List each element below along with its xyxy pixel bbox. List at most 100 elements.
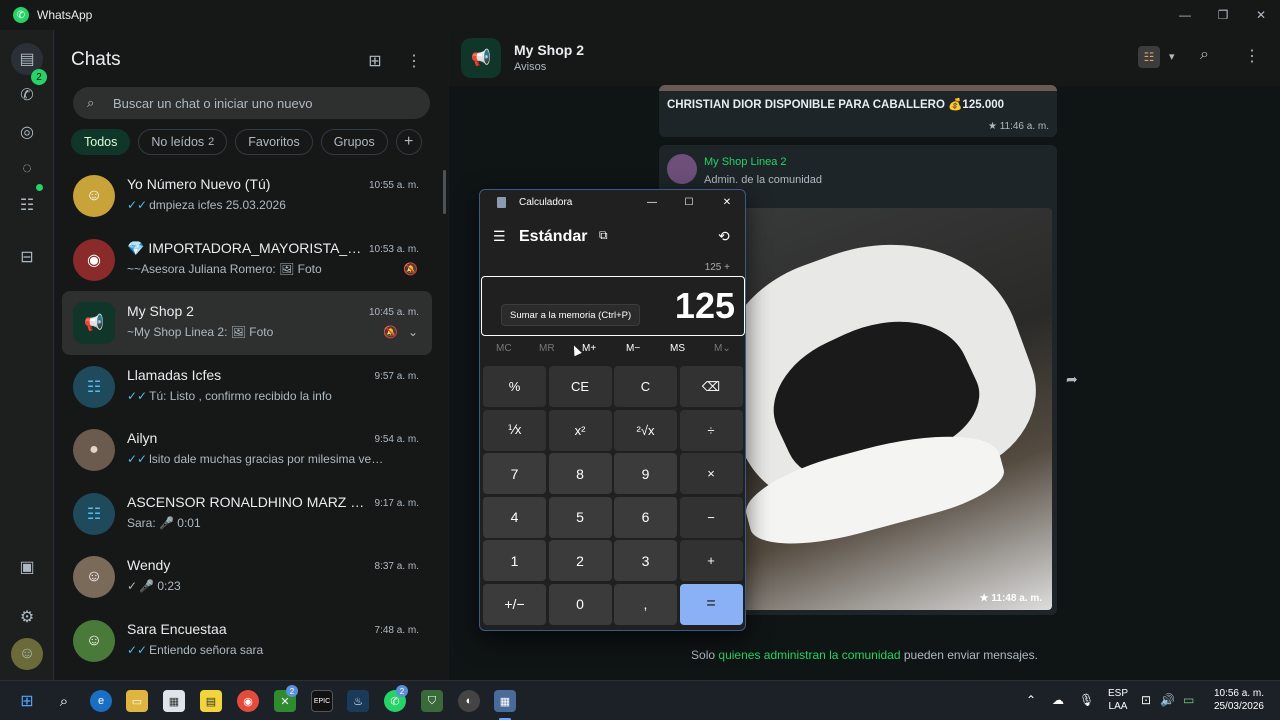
backspace-key[interactable]: ⌫: [679, 366, 743, 407]
chat-row[interactable]: ☷ Llamadas Icfes 9:57 a. m. ✓✓ Tú: Listo …: [62, 355, 432, 419]
digit-5-key[interactable]: 5: [548, 496, 612, 538]
hamburger-menu-icon[interactable]: ☰: [493, 228, 506, 245]
forward-icon[interactable]: ➦: [1066, 371, 1078, 388]
percent-key[interactable]: %: [483, 366, 546, 407]
filter-grupos[interactable]: Grupos: [320, 129, 388, 155]
equals-key[interactable]: =: [679, 583, 743, 625]
status-nav-icon[interactable]: ◎: [11, 116, 43, 148]
battery-icon[interactable]: ▭: [1183, 693, 1194, 707]
chat-row[interactable]: ☺ Wendy 8:37 a. m. ✓ 🎤 0:23: [62, 545, 432, 609]
digit-2-key[interactable]: 2: [548, 540, 612, 581]
app-icon[interactable]: ◐: [458, 690, 480, 712]
keep-on-top-icon[interactable]: ⧉: [599, 228, 608, 243]
add-key[interactable]: +: [679, 540, 743, 581]
search-icon[interactable]: ⌕: [1200, 46, 1209, 64]
divide-key[interactable]: ÷: [679, 409, 743, 451]
more-icon[interactable]: ⋮: [1244, 46, 1260, 66]
start-icon[interactable]: ⊞: [16, 690, 38, 712]
maximize-button[interactable]: ❐: [1204, 0, 1242, 30]
digit-9-key[interactable]: 9: [614, 453, 677, 494]
memory-list-button[interactable]: M⌄: [714, 343, 731, 354]
digit-8-key[interactable]: 8: [548, 453, 612, 494]
steam-icon[interactable]: ♨: [347, 690, 369, 712]
clear-entry-key[interactable]: CE: [548, 366, 612, 407]
calculator-icon[interactable]: ▦: [494, 690, 516, 712]
digit-1-key[interactable]: 1: [483, 540, 546, 581]
chat-row[interactable]: ☷ ASCENSOR RONALDHINO MARZ 26 M... 9:17 …: [62, 482, 432, 546]
history-icon[interactable]: ⟲: [718, 228, 730, 245]
subtract-key[interactable]: −: [679, 496, 743, 538]
chat-name: Wendy: [127, 557, 171, 573]
microphone-icon[interactable]: 🎙: [1079, 693, 1094, 707]
search-input[interactable]: [113, 95, 413, 111]
conversation-header[interactable]: 📢 My Shop 2 Avisos ☷ ▾ ⌕ ⋮: [449, 30, 1280, 86]
digit-6-key[interactable]: 6: [614, 496, 677, 538]
filter-no-leidos[interactable]: No leídos 2: [138, 129, 228, 155]
sender-avatar[interactable]: [667, 154, 697, 184]
chat-list-scrollbar[interactable]: [443, 170, 446, 214]
multiply-key[interactable]: ×: [679, 453, 743, 494]
minimize-button[interactable]: —: [1166, 0, 1204, 30]
memory-add-button[interactable]: M+: [582, 343, 596, 354]
digit-0-key[interactable]: 0: [548, 583, 612, 625]
store-icon[interactable]: ▦: [163, 690, 185, 712]
close-button[interactable]: ✕: [1242, 0, 1280, 30]
file-explorer-icon[interactable]: ▭: [126, 690, 148, 712]
cloud-icon[interactable]: ☁: [1052, 693, 1064, 707]
shield-icon[interactable]: ⛉: [421, 690, 443, 712]
volume-icon[interactable]: 🔊: [1160, 693, 1175, 707]
sqrt-key[interactable]: ²√x: [614, 409, 677, 451]
chevron-down-icon[interactable]: ⌄: [408, 325, 418, 339]
filter-todos[interactable]: Todos: [71, 129, 131, 155]
sticky-notes-icon[interactable]: ▤: [200, 690, 222, 712]
chat-row[interactable]: ● Ailyn 9:54 a. m. ✓✓ lsito dale muchas g…: [62, 418, 432, 482]
chevron-down-icon[interactable]: ▾: [1169, 50, 1175, 63]
menu-icon[interactable]: ⋮: [402, 49, 426, 73]
memory-subtract-button[interactable]: M−: [626, 343, 640, 354]
new-chat-icon[interactable]: ⊞: [363, 49, 387, 73]
square-key[interactable]: x²: [548, 409, 612, 451]
archive-nav-icon[interactable]: ⊟: [11, 241, 43, 273]
sender-name[interactable]: My Shop Linea 2: [704, 156, 787, 168]
edge-icon[interactable]: e: [90, 690, 112, 712]
chevron-up-icon[interactable]: ⌃: [1026, 693, 1036, 707]
memory-recall-button[interactable]: MR: [539, 343, 555, 354]
window-titlebar: ✆ WhatsApp — ❐ ✕: [0, 0, 1280, 30]
admin-only-note: Solo quienes administran la comunidad pu…: [691, 648, 1038, 662]
chat-row[interactable]: 📢 My Shop 2 10:45 a. m. ~My Shop Linea 2…: [62, 291, 432, 355]
filter-favoritos[interactable]: Favoritos: [235, 129, 313, 155]
chrome-icon[interactable]: ◉: [237, 690, 259, 712]
chat-name: Yo Número Nuevo (Tú): [127, 176, 271, 192]
memory-clear-button[interactable]: MC: [496, 343, 512, 354]
clock[interactable]: 10:56 a. m. 25/03/2026: [1208, 687, 1264, 713]
language-indicator[interactable]: ESP LAA: [1108, 687, 1128, 713]
negate-key[interactable]: +/−: [483, 583, 546, 625]
decimal-key[interactable]: ,: [614, 583, 677, 625]
channels-nav-icon[interactable]: ◌: [11, 153, 43, 185]
calc-minimize-button[interactable]: —: [642, 194, 662, 210]
digit-7-key[interactable]: 7: [483, 453, 546, 494]
communities-nav-icon[interactable]: ☷: [11, 189, 43, 221]
search-icon[interactable]: ⌕: [53, 690, 75, 712]
chat-row[interactable]: ☺ Sara Encuestaa 7:48 a. m. ✓✓ Entiendo s…: [62, 609, 432, 673]
search-box[interactable]: ⌕: [73, 87, 430, 119]
memory-store-button[interactable]: MS: [670, 343, 685, 354]
community-icon[interactable]: ☷: [1138, 46, 1160, 68]
chat-row[interactable]: ◉ 💎 IMPORTADORA_MAYORISTA_1.1... 10:53 a…: [62, 228, 432, 292]
profile-avatar[interactable]: ☺: [11, 638, 43, 670]
network-icon[interactable]: ⊡: [1141, 693, 1151, 707]
chat-row[interactable]: ☺ Yo Número Nuevo (Tú) 10:55 a. m. ✓✓ dmp…: [62, 164, 432, 228]
epic-games-icon[interactable]: EPIC: [311, 690, 333, 712]
reciprocal-key[interactable]: ⅟x: [483, 409, 546, 451]
add-filter-button[interactable]: +: [395, 129, 422, 155]
digit-3-key[interactable]: 3: [614, 540, 677, 581]
digit-4-key[interactable]: 4: [483, 496, 546, 538]
calc-maximize-button[interactable]: ☐: [679, 194, 699, 210]
settings-nav-icon[interactable]: ⚙: [11, 601, 43, 633]
calc-close-button[interactable]: ✕: [717, 194, 737, 210]
filter-chips: Todos No leídos 2 Favoritos Grupos +: [71, 129, 422, 155]
clear-key[interactable]: C: [614, 366, 677, 407]
media-nav-icon[interactable]: ▣: [11, 551, 43, 583]
calculator-window[interactable]: Calculadora — ☐ ✕ ☰ Estándar ⧉ ⟲ 125 + 1…: [479, 189, 746, 631]
calls-nav-icon[interactable]: ✆: [11, 79, 43, 111]
